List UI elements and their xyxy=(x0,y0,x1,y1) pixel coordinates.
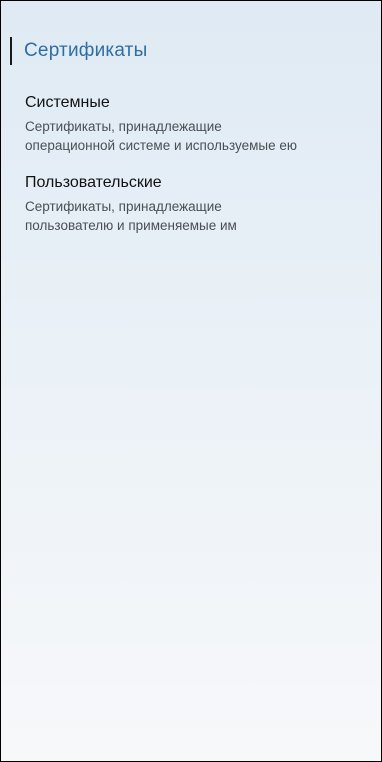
page-title: Сертификаты xyxy=(24,40,148,61)
list-item-user-certificates[interactable]: Пользовательские Сертификаты, принадлежа… xyxy=(25,169,373,237)
item-description-user-line1: Сертификаты, принадлежащие xyxy=(25,199,222,214)
item-description-system-line2: операционной системе и используемые ею xyxy=(25,138,297,153)
item-title-system: Системные xyxy=(25,94,110,111)
item-description-user-line2: пользователю и применяемые им xyxy=(25,218,237,233)
certificate-category-list: Системные Сертификаты, принадлежащие опе… xyxy=(25,89,373,237)
certificates-screen: Сертификаты Системные Сертификаты, прина… xyxy=(0,0,382,762)
page-header: Сертификаты xyxy=(10,37,147,65)
item-title-user: Пользовательские xyxy=(25,174,162,191)
item-description-system-line1: Сертификаты, принадлежащие xyxy=(25,119,222,134)
title-accent-bar xyxy=(10,37,12,65)
list-item-system-certificates[interactable]: Системные Сертификаты, принадлежащие опе… xyxy=(25,89,373,157)
item-description-user: Сертификаты, принадлежащие пользователю … xyxy=(25,197,373,235)
item-description-system: Сертификаты, принадлежащие операционной … xyxy=(25,117,373,155)
